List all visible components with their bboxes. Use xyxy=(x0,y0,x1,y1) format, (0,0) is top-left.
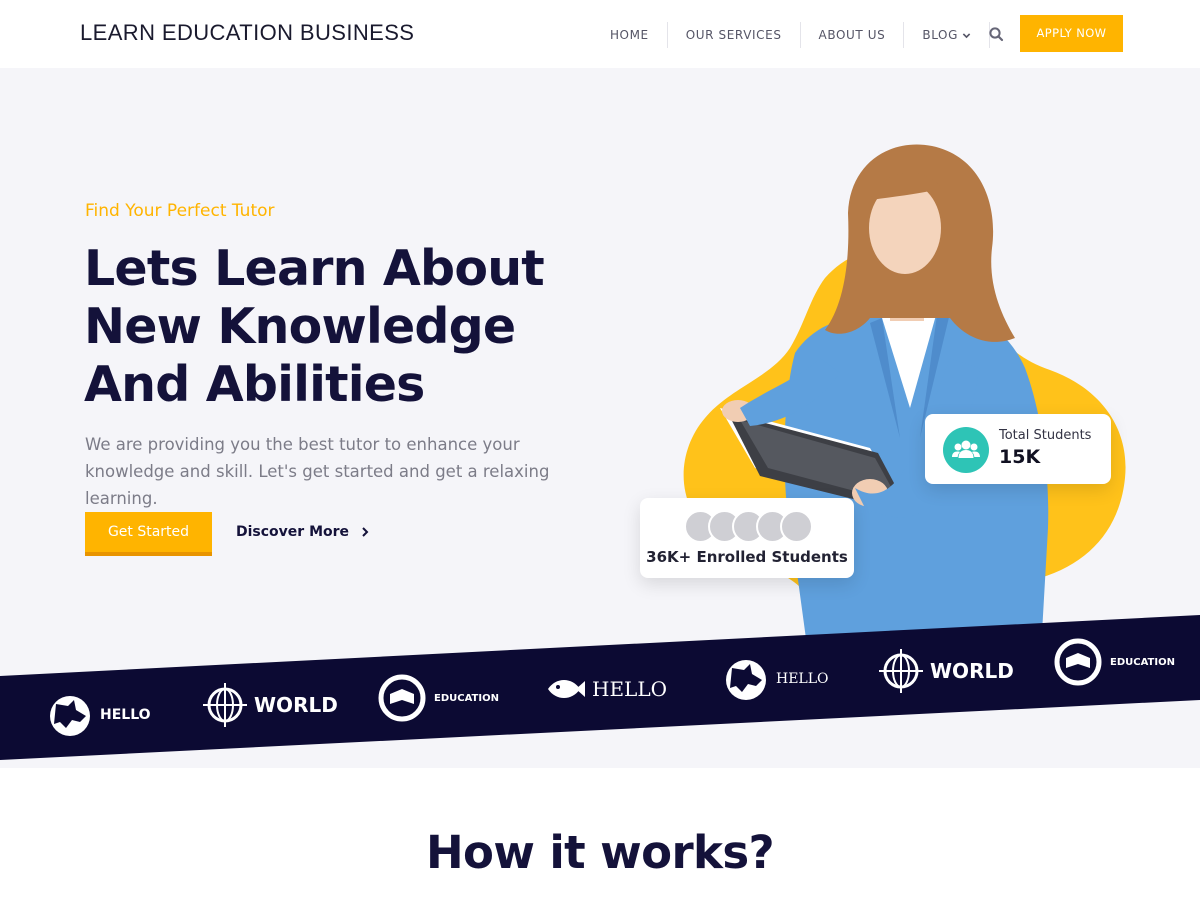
nav-blog-label: BLOG xyxy=(922,28,958,42)
apply-now-button[interactable]: APPLY NOW xyxy=(1020,15,1123,52)
chevron-down-icon xyxy=(962,32,971,38)
discover-more-label: Discover More xyxy=(236,524,350,540)
tutor-figure xyxy=(720,144,1049,668)
hero-description: We are providing you the best tutor to e… xyxy=(85,435,550,508)
book-ring-icon xyxy=(378,674,426,722)
nav-our-services[interactable]: OUR SERVICES xyxy=(668,22,801,48)
partner-logo-text: HELLO xyxy=(776,671,829,687)
main-nav: HOME OUR SERVICES ABOUT US BLOG xyxy=(592,22,990,48)
brand-logo[interactable]: LEARN EDUCATION BUSINESS xyxy=(80,20,414,46)
nav-blog[interactable]: BLOG xyxy=(904,22,990,48)
search-icon[interactable] xyxy=(988,26,1006,44)
book-ring-icon xyxy=(1054,638,1102,686)
hero-section: Find Your Perfect Tutor Lets Learn About… xyxy=(0,68,1200,768)
dog-icon xyxy=(726,660,766,700)
partner-logo-hello-dog[interactable]: HELLO xyxy=(722,656,829,702)
discover-more-link[interactable]: Discover More xyxy=(236,524,369,540)
partner-logo-text: HELLO xyxy=(592,677,667,701)
how-it-works-title: How it works? xyxy=(425,826,775,879)
avatar xyxy=(780,510,813,543)
get-started-button[interactable]: Get Started xyxy=(85,512,212,556)
hero-illustration xyxy=(683,144,1126,668)
chevron-right-icon xyxy=(362,527,369,537)
nav-home-label: HOME xyxy=(609,28,649,42)
hero-title: Lets Learn About New Knowledge And Abili… xyxy=(84,240,545,413)
partner-logo-hello[interactable]: HELLO xyxy=(46,692,151,738)
site-header: LEARN EDUCATION BUSINESS HOME OUR SERVIC… xyxy=(0,0,1200,68)
nav-about-us[interactable]: ABOUT US xyxy=(801,22,905,48)
partner-logo-text: WORLD xyxy=(254,693,338,717)
nav-about-us-label: ABOUT US xyxy=(818,28,886,42)
avatar-group xyxy=(684,510,813,543)
enrolled-students-value: 36K+ Enrolled Students xyxy=(646,548,848,566)
hero-tagline: Find Your Perfect Tutor xyxy=(85,201,275,221)
partner-logo-text: HELLO xyxy=(100,707,151,723)
dog-icon xyxy=(50,696,90,736)
total-students-value: 15K xyxy=(999,446,1041,468)
partner-logo-education-2[interactable]: EDUCATION xyxy=(1052,636,1175,688)
partner-logo-world-2[interactable]: WORLD xyxy=(878,648,1014,694)
globe-compass-icon xyxy=(879,649,923,693)
nav-home[interactable]: HOME xyxy=(592,22,668,48)
fish-icon xyxy=(548,680,585,698)
nav-our-services-label: OUR SERVICES xyxy=(685,28,782,42)
total-students-label: Total Students xyxy=(999,428,1092,443)
total-students-card: Total Students 15K xyxy=(925,414,1111,484)
enrolled-students-card: 36K+ Enrolled Students xyxy=(640,498,854,578)
partner-logo-hello-fish[interactable]: HELLO xyxy=(544,668,667,710)
partner-logo-world[interactable]: WORLD xyxy=(202,682,338,728)
users-icon xyxy=(943,427,989,473)
partner-logo-text: EDUCATION xyxy=(434,692,499,704)
partner-logo-education[interactable]: EDUCATION xyxy=(376,672,499,724)
globe-compass-icon xyxy=(203,683,247,727)
partner-logo-text: EDUCATION xyxy=(1110,656,1175,668)
partner-logo-text: WORLD xyxy=(930,659,1014,683)
